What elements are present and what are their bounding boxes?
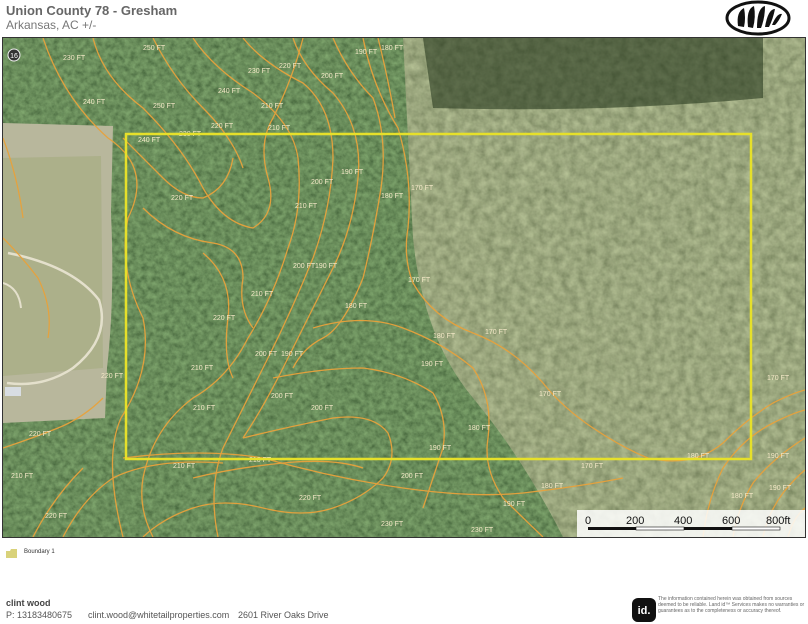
contour-label: 190 FT xyxy=(281,351,304,358)
contour-label: 180 FT xyxy=(433,333,456,340)
contour-label: 180 FT xyxy=(468,425,491,432)
contour-label: 210 FT xyxy=(193,405,216,412)
contour-label: 170 FT xyxy=(485,329,508,336)
contour-label: 170 FT xyxy=(581,463,604,470)
page-title: Union County 78 - Gresham xyxy=(6,3,178,18)
satellite-map[interactable]: 16 250 FT 230 FT 240 FT 250 FT 240 FT 23… xyxy=(2,37,806,538)
building xyxy=(5,387,21,396)
contour-label: 200 FT xyxy=(293,263,316,270)
contour-label: 220 FT xyxy=(299,495,322,502)
contour-label: 240 FT xyxy=(138,137,161,144)
whitetail-properties-logo-icon xyxy=(725,0,791,36)
scale-label: 400 xyxy=(674,515,692,527)
disclaimer: The information contained herein was obt… xyxy=(658,596,805,614)
contour-label: 210 FT xyxy=(295,203,318,210)
scale-label: 0 xyxy=(585,515,591,527)
land-id-logo-text: id. xyxy=(638,605,651,617)
scale-segment xyxy=(588,527,636,530)
scale-segment xyxy=(684,527,732,530)
contour-label: 230 FT xyxy=(471,527,494,534)
contour-label: 200 FT xyxy=(311,405,334,412)
contour-label: 190 FT xyxy=(429,445,452,452)
contour-label: 190 FT xyxy=(769,485,792,492)
contour-label: 240 FT xyxy=(83,99,106,106)
scale-label: 600 xyxy=(722,515,740,527)
agent-name: clint wood xyxy=(6,598,51,608)
dark-forest-strip xyxy=(423,38,763,110)
agent-email: clint.wood@whitetailproperties.com xyxy=(88,610,230,620)
contour-label: 230 FT xyxy=(381,521,404,528)
contour-label: 220 FT xyxy=(101,373,124,380)
scale-label: 200 xyxy=(626,515,644,527)
contour-label: 220 FT xyxy=(29,431,52,438)
page-subtitle: Arkansas, AC +/- xyxy=(6,18,97,32)
contour-label: 200 FT xyxy=(271,393,294,400)
contour-label: 220 FT xyxy=(45,513,68,520)
contour-label: 170 FT xyxy=(539,391,562,398)
contour-label: 220 FT xyxy=(279,63,302,70)
contour-label: 190 FT xyxy=(767,453,790,460)
header: Union County 78 - Gresham Arkansas, AC +… xyxy=(0,0,808,36)
land-id-logo-icon: id. xyxy=(632,598,656,622)
contour-label: 210 FT xyxy=(11,473,34,480)
boundary-swatch-icon xyxy=(6,549,17,558)
contour-label: 200 FT xyxy=(255,351,278,358)
road-marker-label: 16 xyxy=(10,53,18,60)
contour-label: 210 FT xyxy=(251,291,274,298)
legend-label: Boundary 1 xyxy=(24,549,55,555)
footer: clint wood P: 13183480675 clint.wood@whi… xyxy=(0,596,808,624)
scale-bar: 0 200 400 600 800ft xyxy=(577,510,805,537)
contour-label: 170 FT xyxy=(408,277,431,284)
contour-label: 190 FT xyxy=(315,263,338,270)
contour-label: 170 FT xyxy=(411,185,434,192)
contour-label: 180 FT xyxy=(381,45,404,52)
contour-label: 180 FT xyxy=(345,303,368,310)
contour-label: 210 FT xyxy=(261,103,284,110)
scale-segment xyxy=(635,526,685,531)
contour-label: 210 FT xyxy=(268,125,291,132)
contour-label: 180 FT xyxy=(731,493,754,500)
scale-label: 800ft xyxy=(766,515,790,527)
contour-label: 250 FT xyxy=(143,45,166,52)
contour-label: 170 FT xyxy=(767,375,790,382)
contour-label: 210 FT xyxy=(173,463,196,470)
contour-label: 190 FT xyxy=(341,169,364,176)
agent-phone: P: 13183480675 xyxy=(6,610,73,620)
contour-label: 200 FT xyxy=(321,73,344,80)
scale-segment xyxy=(731,526,781,531)
contour-label: 230 FT xyxy=(63,55,86,62)
contour-label: 230 FT xyxy=(248,68,271,75)
contour-label: 190 FT xyxy=(503,501,526,508)
contour-label: 210 FT xyxy=(191,365,214,372)
contour-label: 180 FT xyxy=(381,193,404,200)
contour-label: 190 FT xyxy=(421,361,444,368)
contour-label: 220 FT xyxy=(211,123,234,130)
agent-address: 2601 River Oaks Drive xyxy=(238,610,329,620)
contour-label: 250 FT xyxy=(153,103,176,110)
contour-label: 190 FT xyxy=(355,49,378,56)
contour-label: 240 FT xyxy=(218,88,241,95)
contour-label: 200 FT xyxy=(311,179,334,186)
contour-label: 220 FT xyxy=(213,315,236,322)
contour-label: 180 FT xyxy=(541,483,564,490)
contour-label: 200 FT xyxy=(401,473,424,480)
contour-label: 220 FT xyxy=(171,195,194,202)
